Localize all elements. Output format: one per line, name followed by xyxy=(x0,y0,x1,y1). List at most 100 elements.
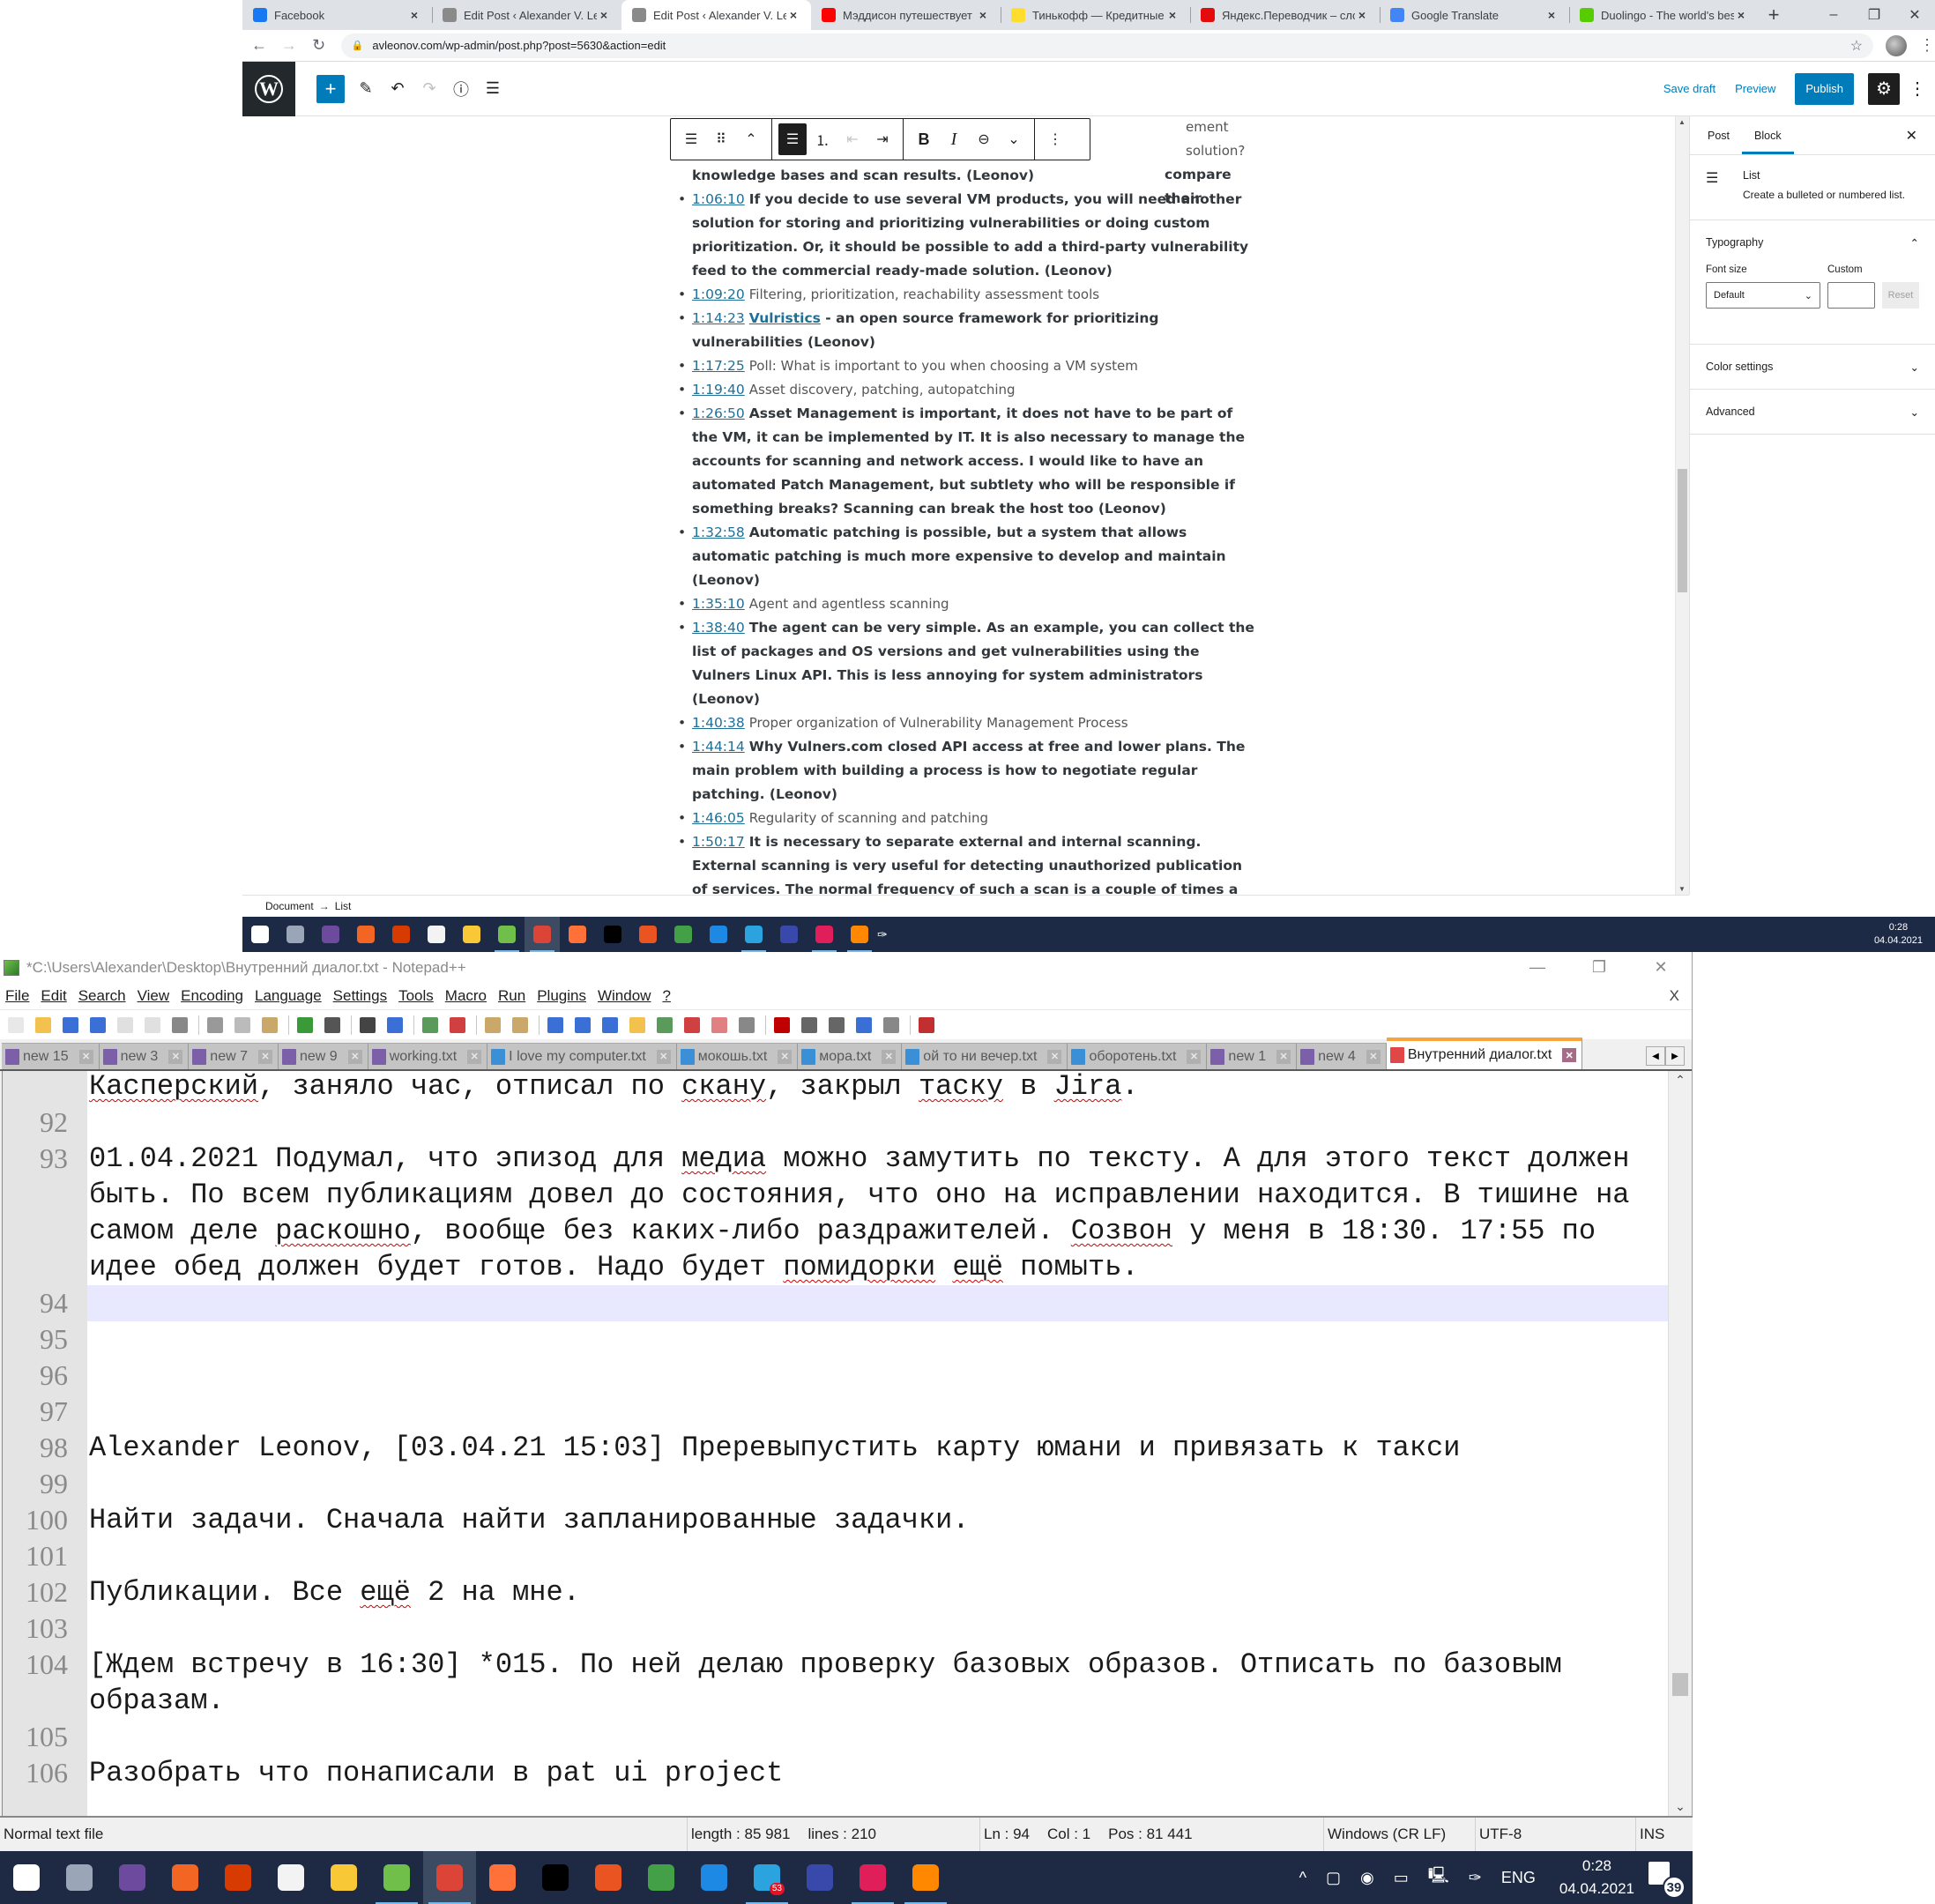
unordered-list-icon[interactable]: ☰ xyxy=(778,123,807,155)
document-tab[interactable]: мокошь.txt ✕ xyxy=(676,1043,799,1069)
reload-button[interactable]: ↻ xyxy=(306,33,332,59)
breadcrumb-list[interactable]: List xyxy=(335,900,352,912)
minimize-icon[interactable]: — xyxy=(1507,958,1568,977)
copy-icon[interactable] xyxy=(232,1015,253,1036)
list-item[interactable]: 1:19:40Asset discovery, patching, autopa… xyxy=(678,378,1256,402)
misspelled-word[interactable]: Созвон xyxy=(1071,1215,1172,1247)
close-tab-icon[interactable]: × xyxy=(1544,8,1559,22)
edit-tools-pencil-icon[interactable]: ✎ xyxy=(355,78,376,100)
list-item[interactable]: 1:46:05Regularity of scanning and patchi… xyxy=(678,807,1256,830)
close-window-icon[interactable]: ✕ xyxy=(1630,958,1692,977)
save-draft-button[interactable]: Save draft xyxy=(1663,82,1715,95)
indent-guide-icon[interactable] xyxy=(599,1015,621,1036)
more-options-icon[interactable]: ⋮ xyxy=(1909,78,1926,100)
close-window-icon[interactable]: ✕ xyxy=(1894,0,1935,30)
github-desktop-icon[interactable] xyxy=(313,917,348,952)
close-tab-icon[interactable]: ✕ xyxy=(1047,1049,1062,1064)
remote-desktop-icon[interactable] xyxy=(793,1851,846,1904)
typography-toggle[interactable]: Typography ⌃ xyxy=(1706,220,1919,264)
list-block-type-icon[interactable]: ☰ xyxy=(677,123,705,155)
vm-icon[interactable] xyxy=(666,917,701,952)
list-item[interactable]: 1:09:20Filtering, prioritization, reacha… xyxy=(678,283,1256,307)
cut-icon[interactable] xyxy=(205,1015,226,1036)
eol-format[interactable]: Windows (CR LF) xyxy=(1324,1818,1476,1851)
close-all-icon[interactable] xyxy=(142,1015,163,1036)
browser-tab[interactable]: Google Translate × xyxy=(1380,0,1569,30)
close-icon[interactable] xyxy=(115,1015,136,1036)
document-tab[interactable]: new 15 ✕ xyxy=(2,1043,100,1069)
save-icon[interactable] xyxy=(60,1015,81,1036)
redo-icon[interactable] xyxy=(322,1015,343,1036)
close-document-button[interactable]: X xyxy=(1670,987,1679,1005)
list-view-icon[interactable]: ☰ xyxy=(482,78,503,100)
chrome-icon[interactable] xyxy=(525,917,560,952)
list-item[interactable]: 1:35:10Agent and agentless scanning xyxy=(678,592,1256,616)
code-line[interactable]: 97 ​ xyxy=(3,1394,1669,1430)
code-line[interactable]: Касперский, заняло час, отписал по скану… xyxy=(3,1071,1669,1104)
code-line[interactable]: 103 ​ xyxy=(3,1610,1669,1647)
misspelled-word[interactable]: скану xyxy=(681,1071,766,1103)
timestamp-link[interactable]: 1:06:10 xyxy=(692,191,745,207)
back-button[interactable]: ← xyxy=(246,33,272,59)
document-tab[interactable]: Внутренний диалог.txt ✕ xyxy=(1386,1038,1583,1069)
timestamp-link[interactable]: 1:46:05 xyxy=(692,810,745,826)
code-line[interactable]: 95 ​ xyxy=(3,1321,1669,1357)
word-wrap-icon[interactable] xyxy=(545,1015,566,1036)
code-line[interactable]: 98 Alexander Leonov, [03.04.21 15:03] Пре… xyxy=(3,1430,1669,1466)
browser-tab[interactable]: Edit Post ‹ Alexander V. Leo × xyxy=(621,0,811,30)
menu-settings[interactable]: Settings xyxy=(333,987,387,1005)
insert-mode[interactable]: INS xyxy=(1636,1818,1689,1851)
close-tab-icon[interactable]: ✕ xyxy=(882,1049,897,1064)
sync-horizontal-icon[interactable] xyxy=(510,1015,531,1036)
slack-icon[interactable] xyxy=(807,917,842,952)
url-field[interactable]: 🔒 avleonov.com/wp-admin/post.php?post=56… xyxy=(340,33,1874,58)
lang-udl-icon[interactable] xyxy=(627,1015,648,1036)
firefox-icon[interactable] xyxy=(560,917,595,952)
bookmark-star-icon[interactable]: ☆ xyxy=(1850,37,1863,55)
minimize-icon[interactable]: – xyxy=(1813,0,1854,30)
close-tab-icon[interactable]: ✕ xyxy=(1562,1048,1577,1062)
vm-icon[interactable] xyxy=(635,1851,688,1904)
close-tab-icon[interactable]: ✕ xyxy=(78,1049,93,1064)
code-line[interactable]: 99 ​ xyxy=(3,1466,1669,1502)
reset-button[interactable]: Reset xyxy=(1882,282,1919,309)
forward-button[interactable]: → xyxy=(276,33,302,59)
code-line[interactable]: 94 ​ xyxy=(3,1285,1669,1321)
language-indicator[interactable]: ENG xyxy=(1501,1869,1536,1887)
scroll-down-icon[interactable]: ▼ xyxy=(1678,885,1686,893)
terminal-icon[interactable] xyxy=(595,917,630,952)
menu-window[interactable]: Window xyxy=(598,987,651,1005)
vlc-icon[interactable] xyxy=(899,1851,952,1904)
file-explorer-icon[interactable] xyxy=(454,917,489,952)
task-view-button[interactable] xyxy=(53,1851,106,1904)
vscode-icon[interactable] xyxy=(688,1851,741,1904)
tab-block[interactable]: Block xyxy=(1742,116,1794,154)
close-tab-icon[interactable]: ✕ xyxy=(1276,1049,1291,1064)
document-tab[interactable]: new 4 ✕ xyxy=(1297,1043,1387,1069)
advanced-panel[interactable]: Advanced ⌄ xyxy=(1690,390,1935,435)
close-tab-icon[interactable]: ✕ xyxy=(467,1049,482,1064)
paste-icon[interactable] xyxy=(259,1015,280,1036)
code-line[interactable]: 93 01.04.2021 Подумал, что эпизод для мед… xyxy=(3,1141,1669,1285)
telegram-icon[interactable] xyxy=(736,917,771,952)
taskbar-clock[interactable]: 0:28 04.04.2021 xyxy=(1559,1855,1634,1900)
menu-search[interactable]: Search xyxy=(78,987,126,1005)
menu-tools[interactable]: Tools xyxy=(398,987,434,1005)
ordered-list-icon[interactable]: ⒈ xyxy=(808,123,837,155)
tab-post[interactable]: Post xyxy=(1695,116,1742,154)
close-tab-icon[interactable]: × xyxy=(1165,8,1180,22)
start-button[interactable] xyxy=(0,1851,53,1904)
close-tab-icon[interactable]: × xyxy=(597,8,611,22)
code-line[interactable]: 92 ​ xyxy=(3,1104,1669,1141)
pen-icon[interactable]: ✑ xyxy=(1469,1869,1482,1887)
misspelled-word[interactable]: Касперский xyxy=(89,1071,258,1103)
save-macro-icon[interactable] xyxy=(881,1015,902,1036)
move-up-down-icon[interactable]: ⌃ xyxy=(737,123,765,155)
taskbar-clock[interactable]: 0:28 04.04.2021 xyxy=(1874,921,1923,948)
code-line[interactable]: 96 ​ xyxy=(3,1357,1669,1394)
preview-button[interactable]: Preview xyxy=(1735,82,1775,95)
terminal-icon[interactable] xyxy=(529,1851,582,1904)
list-item[interactable]: 1:40:38Proper organization of Vulnerabil… xyxy=(678,711,1256,735)
timestamp-link[interactable]: 1:19:40 xyxy=(692,382,745,398)
list-item[interactable]: 1:32:58Automatic patching is possible, b… xyxy=(678,521,1256,592)
